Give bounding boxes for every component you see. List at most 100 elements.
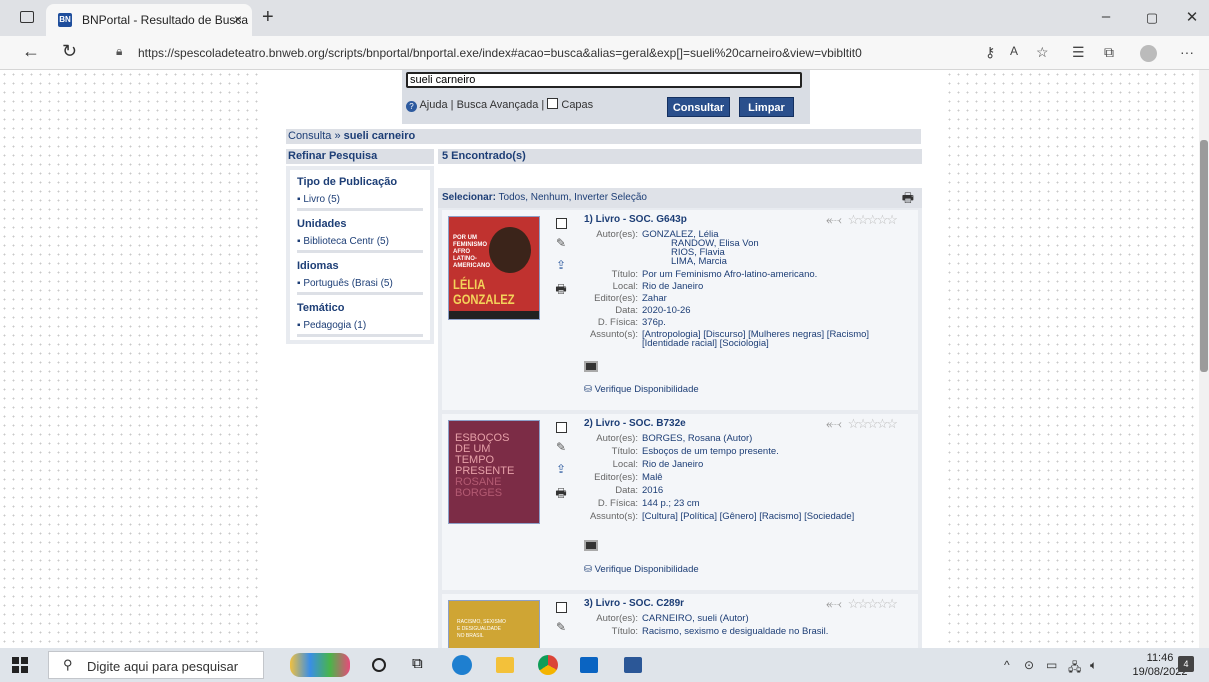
file-explorer-icon[interactable] (496, 657, 514, 673)
facet-title: Unidades (297, 218, 347, 230)
facet-title: Tipo de Publicação (297, 176, 398, 188)
word-icon[interactable] (624, 657, 642, 673)
chrome-icon[interactable] (538, 655, 558, 675)
author[interactable]: CARNEIRO, sueli (Autor) (642, 613, 749, 624)
network-icon[interactable]: 🖧︎ (1068, 658, 1081, 679)
record-title[interactable]: 1) Livro - SOC. G643p (584, 214, 687, 225)
advanced-search-link[interactable]: Busca Avançada (457, 99, 539, 111)
print-icon[interactable]: 🖶︎ (902, 188, 914, 208)
windows-start-icon[interactable] (12, 657, 28, 673)
cortana-icon[interactable] (372, 658, 386, 672)
covers-checkbox[interactable] (547, 98, 559, 109)
rating-stars[interactable]: ⬷ ☆☆☆☆☆ (826, 212, 898, 228)
select-options[interactable]: Todos, Nenhum, Inverter Seleção (499, 192, 647, 203)
facet-item-label[interactable]: Livro (5) (303, 194, 340, 205)
tray-chevron-icon[interactable]: ^ (1004, 658, 1010, 672)
collections-icon[interactable]: ⧉ (1104, 44, 1114, 61)
key-icon[interactable]: ⚷ (985, 44, 995, 61)
windows-taskbar: ⚲ Digite aqui para pesquisar ⧉ ^ ⊙ ▭ 🖧︎ … (0, 648, 1209, 682)
limpar-button[interactable]: Limpar (739, 97, 794, 117)
subjects-value[interactable]: [Identidade racial] [Sociologia] (642, 338, 769, 349)
select-label: Selecionar: (442, 192, 496, 203)
maximize-button[interactable]: ▢ (1142, 10, 1162, 26)
lock-icon[interactable]: 🔒︎ (116, 44, 122, 59)
check-availability-link[interactable]: ⛁ Verifique Disponibilidade (584, 384, 699, 395)
search-input[interactable] (406, 72, 802, 88)
breadcrumb-prefix: Consulta » (288, 130, 341, 142)
battery-icon[interactable]: ▭ (1046, 658, 1057, 672)
close-window-button[interactable]: ✕ (1182, 8, 1202, 26)
select-checkbox[interactable] (556, 422, 567, 433)
availability-label[interactable]: Verifique Disponibilidade (595, 384, 699, 395)
portrait-illustration (489, 227, 531, 273)
scrollbar-thumb[interactable] (1200, 140, 1208, 372)
divider (297, 208, 423, 211)
facet-item[interactable]: ▪ Biblioteca Centr (5) (297, 236, 389, 247)
favorite-star-icon[interactable]: ☆ (1036, 44, 1049, 61)
book-cover[interactable]: RACISMO, SEXISMO E DESIGUALDADE NO BRASI… (448, 600, 540, 648)
address-bar[interactable]: 🔒︎ https://spescoladeteatro.bnweb.org/sc… (104, 40, 1049, 66)
subjects-value[interactable]: [Cultura] [Política] [Gênero] [Racismo] … (642, 511, 854, 522)
tab-close-icon[interactable]: × (234, 11, 242, 27)
search-panel: ? Ajuda | Busca Avançada | Capas Consult… (402, 70, 810, 124)
divider (297, 250, 423, 253)
taskbar-search-placeholder[interactable]: Digite aqui para pesquisar (87, 659, 238, 674)
tag-icon[interactable]: ⬷ (826, 212, 842, 227)
check-availability-link[interactable]: ⛁ Verifique Disponibilidade (584, 564, 699, 575)
author[interactable]: LIMA, Marcia (671, 256, 727, 267)
profile-avatar[interactable] (1140, 45, 1157, 62)
browser-tab[interactable]: BN BNPortal - Resultado de Busca × (46, 4, 252, 36)
tag-icon[interactable]: ⬷ (826, 416, 842, 431)
media-icon[interactable] (584, 361, 598, 372)
read-aloud-icon[interactable]: A (1010, 44, 1018, 58)
book-cover[interactable]: POR UM FEMINISMO AFRO LATINO- AMERICANO … (448, 216, 540, 320)
back-arrow-icon[interactable]: ← (22, 41, 40, 62)
facet-item-label[interactable]: Português (Brasi (5) (303, 278, 392, 289)
publisher-value[interactable]: Malê (642, 472, 663, 483)
authors-label: Autor(es): (596, 433, 638, 444)
facet-title: Idiomas (297, 260, 339, 272)
facet-item[interactable]: ▪ Português (Brasi (5) (297, 278, 393, 289)
availability-label[interactable]: Verifique Disponibilidade (595, 564, 699, 575)
rating-stars[interactable]: ⬷ ☆☆☆☆☆ (826, 596, 898, 612)
notifications-icon[interactable]: 4 (1178, 656, 1194, 672)
facet-title: Temático (297, 302, 345, 314)
page-scrollbar[interactable] (1199, 70, 1209, 648)
cover-footer (449, 311, 539, 319)
reload-icon[interactable]: ↻ (62, 41, 77, 62)
volume-icon[interactable]: 🔈︎ (1090, 658, 1097, 673)
new-tab-button[interactable]: + (262, 6, 274, 29)
record-title[interactable]: 3) Livro - SOC. C289r (584, 598, 684, 609)
favorites-list-icon[interactable]: ☰ (1072, 44, 1085, 61)
consultar-button[interactable]: Consultar (667, 97, 730, 117)
breadcrumb-query[interactable]: sueli carneiro (344, 130, 416, 142)
task-view-icon[interactable]: ⧉ (412, 655, 430, 672)
url-text[interactable]: https://spescoladeteatro.bnweb.org/scrip… (138, 46, 862, 60)
facet-item[interactable]: ▪ Pedagogia (1) (297, 320, 366, 331)
facet-item-label[interactable]: Pedagogia (1) (303, 320, 366, 331)
publisher-value[interactable]: Zahar (642, 293, 667, 304)
select-checkbox[interactable] (556, 602, 567, 613)
help-link[interactable]: Ajuda (419, 99, 447, 111)
author[interactable]: BORGES, Rosana (Autor) (642, 433, 752, 444)
select-checkbox[interactable] (556, 218, 567, 229)
media-icon[interactable] (584, 540, 598, 551)
taskbar-search[interactable]: ⚲ Digite aqui para pesquisar (48, 651, 264, 679)
facet-item-label[interactable]: Biblioteca Centr (5) (303, 236, 389, 247)
book-cover[interactable]: ESBOÇOS DE UM TEMPO PRESENTE ROSANE BORG… (448, 420, 540, 524)
outlook-icon[interactable] (580, 657, 598, 673)
more-menu-icon[interactable]: ··· (1180, 44, 1194, 60)
widgets-icon[interactable] (290, 653, 350, 677)
record-title[interactable]: 2) Livro - SOC. B732e (584, 418, 686, 429)
tag-icon[interactable]: ⬷ (826, 596, 842, 611)
edge-icon[interactable] (452, 655, 472, 675)
tray-app-icon[interactable]: ⊙ (1024, 658, 1034, 672)
help-icon[interactable]: ? (406, 101, 417, 112)
field-label: Local: (612, 281, 638, 292)
rating-stars[interactable]: ⬷ ☆☆☆☆☆ (826, 416, 898, 432)
tab-actions-icon[interactable] (20, 11, 34, 23)
facet-item[interactable]: ▪ Livro (5) (297, 194, 340, 205)
minimize-button[interactable]: – (1096, 8, 1116, 25)
result-record: RACISMO, SEXISMO E DESIGUALDADE NO BRASI… (442, 594, 918, 648)
divider (297, 334, 423, 337)
